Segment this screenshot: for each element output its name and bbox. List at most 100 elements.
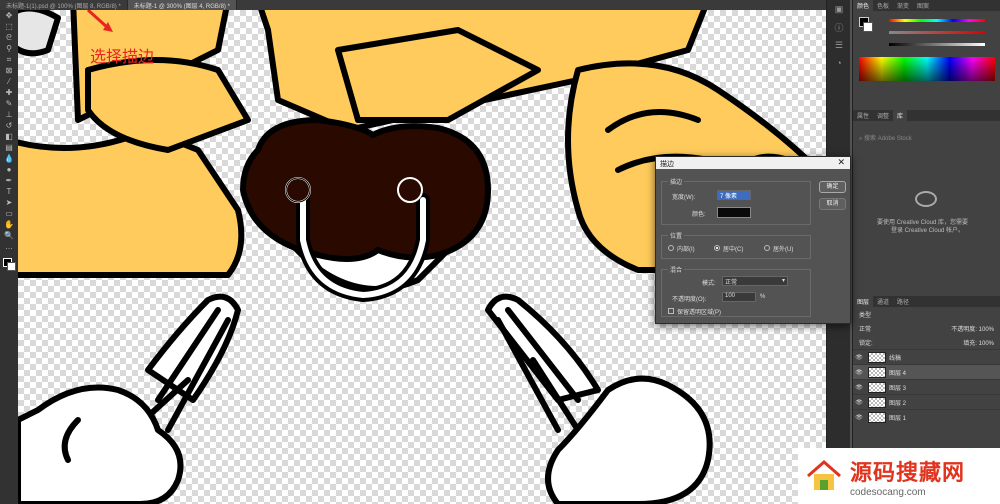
more-icon[interactable]: … (0, 241, 18, 252)
tab-paths[interactable]: 路径 (893, 296, 913, 307)
layer-thumbnail (868, 366, 886, 378)
layer-row[interactable]: 👁 图层 1 (853, 409, 1000, 424)
creative-cloud-icon (915, 191, 937, 207)
comment-icon[interactable]: ☰ (827, 36, 851, 54)
right-panels: 颜色 色板 渐变 图案 属性 调整 库 ⌕ 搜索 Adobe Stock 要使用… (852, 0, 1000, 504)
tab-adjustments[interactable]: 调整 (873, 110, 893, 121)
stamp-icon[interactable]: ⊥ (0, 109, 18, 120)
brightness-slider[interactable] (889, 43, 985, 46)
library-panel: ⌕ 搜索 Adobe Stock 要使用 Creative Cloud 库，您需… (853, 121, 1000, 291)
stroke-color-swatch[interactable] (717, 207, 751, 218)
opacity-unit: % (760, 294, 766, 300)
saturation-slider[interactable] (889, 31, 985, 34)
crop-icon[interactable]: ⌗ (0, 54, 18, 65)
watermark: 源码搜藏网 codesocang.com (798, 448, 1000, 504)
blend-mode-select[interactable]: 正常 (859, 324, 871, 333)
document-tabs: 未标题-1(1).psd @ 100% (图层 8, RGB/8) * 未标题-… (0, 0, 826, 10)
preserve-transparency-checkbox[interactable] (668, 308, 674, 314)
radio-inside[interactable] (668, 245, 674, 251)
eye-icon[interactable]: 👁 (853, 369, 865, 376)
foreground-background-swatch[interactable] (0, 256, 18, 276)
brush-settings-icon[interactable]: ◔ (827, 54, 851, 72)
width-label: 宽度(W): (672, 195, 696, 201)
mode-select[interactable]: 正常 ▾ (722, 276, 788, 286)
marquee-icon[interactable]: ⬚ (0, 21, 18, 32)
layer-row[interactable]: 👁 线稿 (853, 349, 1000, 364)
layer-kind-label: 类型 (859, 313, 872, 319)
eye-icon[interactable]: 👁 (853, 414, 865, 421)
mode-label: 模式: (702, 281, 716, 287)
opacity-label: 不透明度(O): (672, 297, 707, 303)
blend-group-label: 混合 (668, 265, 685, 274)
layer-row[interactable]: 👁 图层 3 (853, 379, 1000, 394)
library-panel-tabs: 属性 调整 库 (853, 110, 1000, 121)
close-icon[interactable]: ✕ (837, 157, 845, 168)
ok-button[interactable]: 确定 (819, 181, 846, 193)
stroke-group-label: 描边 (668, 177, 685, 186)
lasso-icon[interactable]: ᘓ (0, 32, 18, 43)
path-select-icon[interactable]: ➤ (0, 197, 18, 208)
tab-layers[interactable]: 图层 (853, 296, 874, 307)
history-icon[interactable]: ▣ (827, 0, 851, 18)
watermark-url: codesocang.com (850, 486, 926, 498)
opacity-input[interactable]: 100 (722, 292, 756, 302)
tab-patterns[interactable]: 图案 (913, 0, 933, 11)
library-search-input[interactable]: ⌕ 搜索 Adobe Stock (859, 133, 995, 143)
tab-gradients[interactable]: 渐变 (893, 0, 913, 11)
eye-icon[interactable]: 👁 (853, 384, 865, 391)
tab-color[interactable]: 颜色 (853, 0, 874, 11)
type-icon[interactable]: T (0, 186, 18, 197)
dodge-icon[interactable]: ● (0, 164, 18, 175)
tab-doc-1[interactable]: 未标题-1(1).psd @ 100% (图层 8, RGB/8) * (0, 0, 128, 10)
hand-icon[interactable]: ✋ (0, 219, 18, 230)
pen-icon[interactable]: ✒ (0, 175, 18, 186)
layer-row[interactable]: 👁 图层 2 (853, 394, 1000, 409)
layer-name: 线稿 (889, 355, 902, 362)
tab-properties[interactable]: 属性 (853, 110, 873, 121)
eraser-icon[interactable]: ◧ (0, 131, 18, 142)
info-icon[interactable]: ⓘ (827, 18, 851, 36)
layer-name: 图层 3 (889, 385, 907, 392)
tab-libraries[interactable]: 库 (893, 110, 908, 121)
tab-channels[interactable]: 通道 (873, 296, 893, 307)
layer-row[interactable]: 👁 图层 4 (853, 364, 1000, 379)
eye-icon[interactable]: 👁 (853, 399, 865, 406)
blend-group: 混合 模式: 正常 ▾ 不透明度(O): 100 % 保留透明区域(P) (661, 265, 811, 317)
color-panel (853, 11, 1000, 96)
stroke-group: 描边 宽度(W): 7 像素 颜色: (661, 177, 811, 225)
radio-outside[interactable] (764, 245, 770, 251)
tab-swatches[interactable]: 色板 (873, 0, 893, 11)
position-group-label: 位置 (668, 231, 685, 240)
radio-outside-label: 居外(U) (773, 247, 794, 253)
opacity-field[interactable]: 不透明度: 100% (951, 324, 994, 333)
move-icon[interactable]: ✥ (0, 10, 18, 21)
magic-wand-icon[interactable]: ⚲ (0, 43, 18, 54)
fill-field[interactable]: 填充: 100% (963, 338, 994, 347)
brush-icon[interactable]: ✎ (0, 98, 18, 109)
width-input[interactable]: 7 像素 (717, 190, 751, 200)
radio-center[interactable] (714, 245, 720, 251)
blur-icon[interactable]: 💧 (0, 153, 18, 164)
layer-thumbnail (868, 351, 886, 363)
hue-slider[interactable] (889, 19, 985, 22)
layer-thumbnail (868, 381, 886, 393)
chevron-down-icon: ▾ (781, 278, 785, 284)
eye-icon[interactable]: 👁 (853, 354, 865, 361)
tab-doc-2[interactable]: 未标题-1 @ 300% (图层 4, RGB/8) * (127, 0, 237, 10)
annotation-label: 选择描边 (90, 47, 155, 66)
library-message-2: 登录 Creative Cloud 帐户。 (891, 228, 965, 234)
shape-icon[interactable]: ▭ (0, 208, 18, 219)
cancel-button[interactable]: 取消 (819, 198, 846, 210)
tools-panel: ✥ ⬚ ᘓ ⚲ ⌗ ⊠ ⁄ ✚ ✎ ⊥ ↺ ◧ ▤ 💧 ● ✒ T ➤ ▭ ✋ … (0, 10, 18, 504)
layer-filter[interactable]: 类型 (853, 307, 1000, 321)
zoom-icon[interactable]: 🔍 (0, 230, 18, 241)
frame-icon[interactable]: ⊠ (0, 65, 18, 76)
layers-panel-tabs: 图层 通道 路径 (853, 296, 1000, 307)
color-spectrum[interactable] (859, 57, 995, 81)
bg-color-chip[interactable] (863, 22, 873, 32)
healing-icon[interactable]: ✚ (0, 87, 18, 98)
gradient-icon[interactable]: ▤ (0, 142, 18, 153)
history-brush-icon[interactable]: ↺ (0, 120, 18, 131)
lock-label: 锁定: (859, 341, 873, 347)
eyedropper-icon[interactable]: ⁄ (0, 76, 18, 87)
